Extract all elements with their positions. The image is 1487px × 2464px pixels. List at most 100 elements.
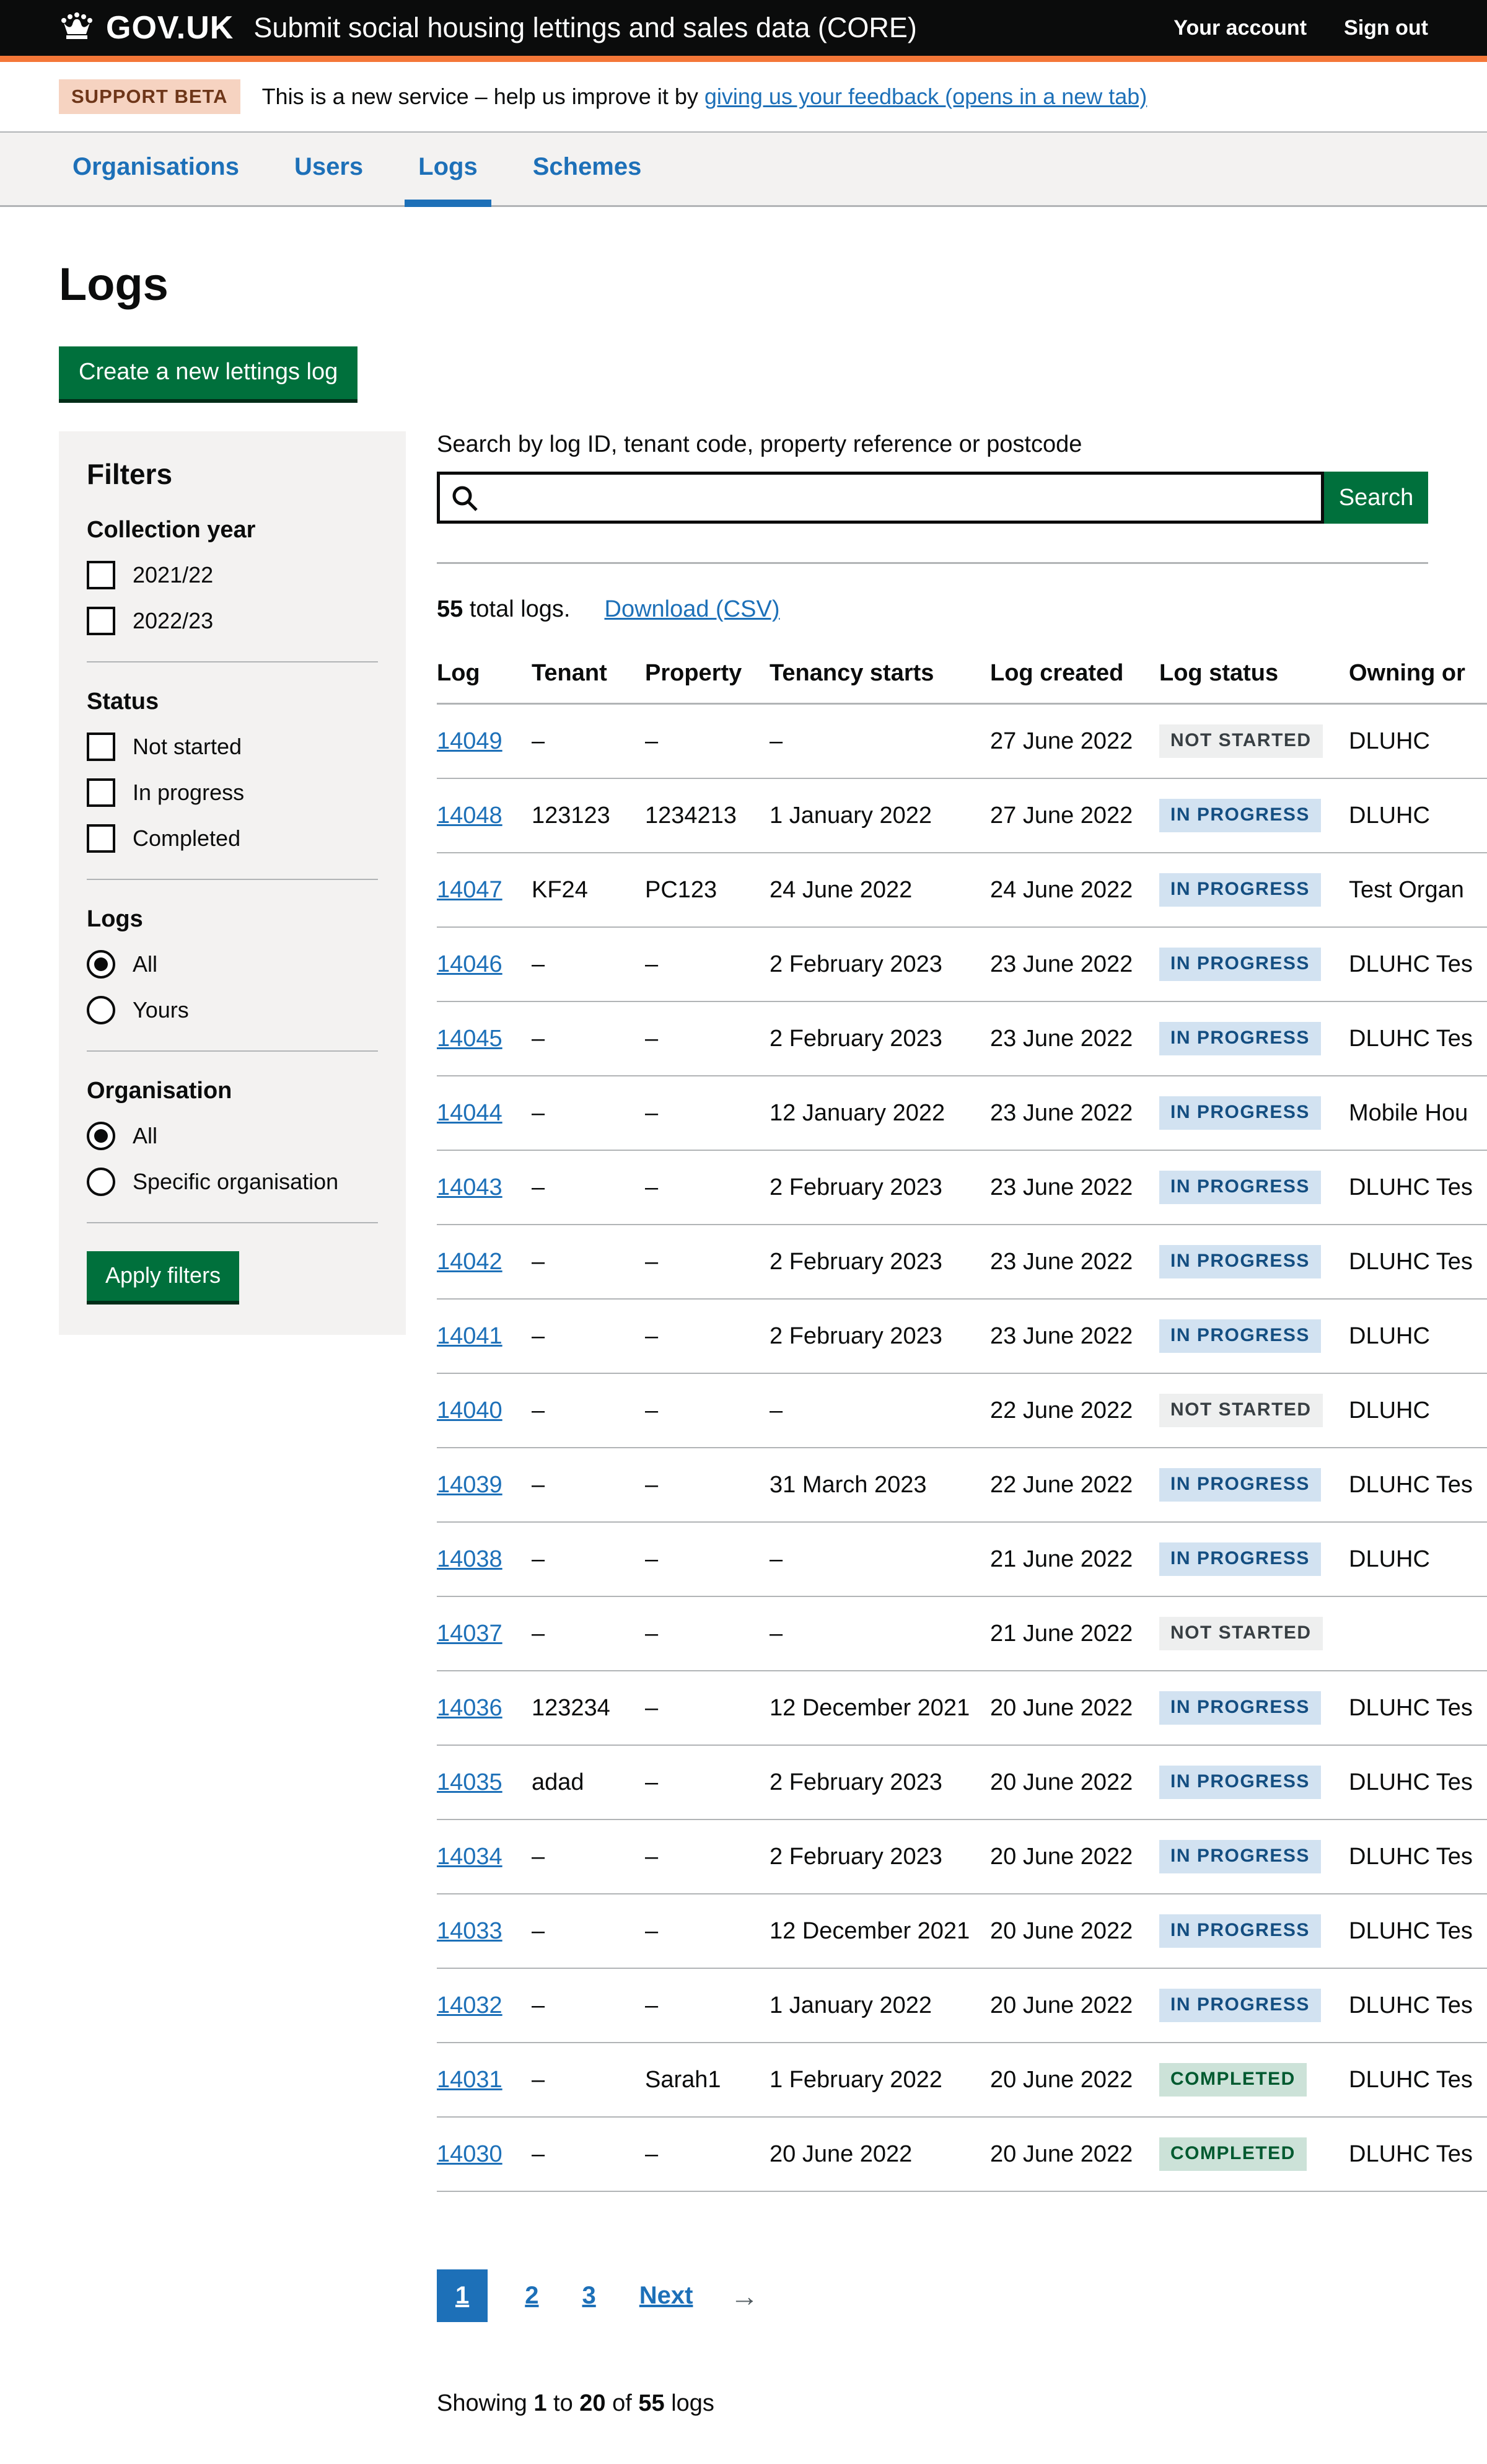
table-row: 14037–––21 June 2022NOT STARTED <box>437 1596 1487 1671</box>
radio-yours[interactable] <box>87 996 115 1024</box>
log-cell: 14043 <box>437 1150 532 1225</box>
filter-option-not-started: Not started <box>87 733 378 761</box>
log-status-cell: IN PROGRESS <box>1159 1225 1349 1299</box>
log-cell: 14048 <box>437 778 532 853</box>
log-link[interactable]: 14042 <box>437 1249 502 1275</box>
nav-item-schemes[interactable]: Schemes <box>519 133 656 207</box>
radio-specific-organisation[interactable] <box>87 1168 115 1196</box>
tenancy-starts-cell: 2 February 2023 <box>770 1225 990 1299</box>
table-row: 14043––2 February 202323 June 2022IN PRO… <box>437 1150 1487 1225</box>
status-badge: IN PROGRESS <box>1159 1989 1321 2022</box>
checkbox-completed[interactable] <box>87 824 115 853</box>
log-link[interactable]: 14045 <box>437 1026 502 1052</box>
total-logs-count: 55 <box>437 596 463 622</box>
checkbox-in-progress[interactable] <box>87 778 115 807</box>
property-cell: – <box>645 1522 770 1596</box>
log-created-cell: 20 June 2022 <box>990 1819 1159 1894</box>
pagination-page-3[interactable]: 3 <box>576 2269 602 2322</box>
tenant-cell: – <box>532 1448 645 1522</box>
govuk-wordmark: GOV.UK <box>106 9 234 46</box>
tenancy-starts-cell: 1 January 2022 <box>770 1968 990 2043</box>
govuk-logo[interactable]: GOV.UK <box>59 9 234 46</box>
tenant-cell: – <box>532 1522 645 1596</box>
status-badge: IN PROGRESS <box>1159 1319 1321 1353</box>
nav-item-logs[interactable]: Logs <box>405 133 491 207</box>
log-link[interactable]: 14044 <box>437 1100 502 1126</box>
tenancy-starts-cell: 2 February 2023 <box>770 1299 990 1373</box>
property-cell: – <box>645 1819 770 1894</box>
phase-banner-text: This is a new service – help us improve … <box>262 84 1147 110</box>
apply-filters-button[interactable]: Apply filters <box>87 1251 239 1301</box>
checkbox-2021-22[interactable] <box>87 561 115 589</box>
radio-all[interactable] <box>87 950 115 979</box>
pagination-next-link[interactable]: Next <box>633 2269 700 2322</box>
log-link[interactable]: 14040 <box>437 1397 502 1423</box>
tenant-cell: – <box>532 1596 645 1671</box>
beta-tag: SUPPORT BETA <box>59 79 240 114</box>
filter-option-specific-organisation: Specific organisation <box>87 1168 378 1196</box>
nav-item-users[interactable]: Users <box>281 133 377 207</box>
feedback-link[interactable]: giving us your feedback (opens in a new … <box>704 84 1147 109</box>
table-row: 14033––12 December 202120 June 2022IN PR… <box>437 1894 1487 1968</box>
filter-divider <box>87 1050 378 1052</box>
log-link[interactable]: 14048 <box>437 803 502 829</box>
tenant-cell: 123123 <box>532 778 645 853</box>
tenant-cell: – <box>532 1894 645 1968</box>
log-status-cell: IN PROGRESS <box>1159 1819 1349 1894</box>
tenant-cell: – <box>532 927 645 1001</box>
service-name[interactable]: Submit social housing lettings and sales… <box>253 12 917 44</box>
nav-item-organisations[interactable]: Organisations <box>59 133 253 207</box>
checkbox-2022-23[interactable] <box>87 607 115 635</box>
create-lettings-log-button[interactable]: Create a new lettings log <box>59 346 357 399</box>
your-account-link[interactable]: Your account <box>1173 16 1307 40</box>
log-cell: 14047 <box>437 853 532 927</box>
owning-organisation-cell: DLUHC Tes <box>1349 2043 1487 2117</box>
table-row: 14038–––21 June 2022IN PROGRESSDLUHC <box>437 1522 1487 1596</box>
log-link[interactable]: 14033 <box>437 1918 502 1944</box>
log-link[interactable]: 14030 <box>437 2141 502 2167</box>
log-link[interactable]: 14034 <box>437 1844 502 1870</box>
filter-option-label-specific-organisation: Specific organisation <box>133 1169 338 1195</box>
checkbox-not-started[interactable] <box>87 733 115 761</box>
download-csv-link[interactable]: Download (CSV) <box>605 596 780 623</box>
log-link[interactable]: 14039 <box>437 1472 502 1498</box>
log-link[interactable]: 14035 <box>437 1769 502 1795</box>
log-status-cell: IN PROGRESS <box>1159 778 1349 853</box>
status-badge: IN PROGRESS <box>1159 1245 1321 1278</box>
log-link[interactable]: 14031 <box>437 2067 502 2093</box>
sign-out-link[interactable]: Sign out <box>1344 16 1428 40</box>
property-cell: – <box>645 1076 770 1150</box>
pagination-page-2[interactable]: 2 <box>519 2269 545 2322</box>
log-cell: 14045 <box>437 1001 532 1076</box>
log-link[interactable]: 14038 <box>437 1546 502 1572</box>
log-link[interactable]: 14041 <box>437 1323 502 1349</box>
search-button[interactable]: Search <box>1324 472 1428 524</box>
log-link[interactable]: 14046 <box>437 951 502 977</box>
table-row: 14047KF24PC12324 June 202224 June 2022IN… <box>437 853 1487 927</box>
tenant-cell: KF24 <box>532 853 645 927</box>
owning-organisation-cell: DLUHC <box>1349 1299 1487 1373</box>
filter-option-label-2022-23: 2022/23 <box>133 608 213 634</box>
log-cell: 14035 <box>437 1745 532 1819</box>
radio-all[interactable] <box>87 1122 115 1150</box>
search-box <box>437 472 1324 524</box>
tenancy-starts-cell: 2 February 2023 <box>770 1819 990 1894</box>
owning-organisation-cell: DLUHC <box>1349 778 1487 853</box>
log-link[interactable]: 14032 <box>437 1992 502 2018</box>
log-link[interactable]: 14047 <box>437 877 502 903</box>
owning-organisation-cell: DLUHC Tes <box>1349 1225 1487 1299</box>
filter-group-label-logs: Logs <box>87 906 378 933</box>
log-link[interactable]: 14049 <box>437 728 502 754</box>
log-status-cell: IN PROGRESS <box>1159 1522 1349 1596</box>
log-status-cell: IN PROGRESS <box>1159 853 1349 927</box>
log-link[interactable]: 14036 <box>437 1695 502 1721</box>
search-input[interactable] <box>437 472 1324 524</box>
tenancy-starts-cell: 12 December 2021 <box>770 1894 990 1968</box>
filters-panel: Filters Collection year2021/222022/23Sta… <box>59 431 406 1335</box>
pagination-page-current[interactable]: 1 <box>437 2269 488 2322</box>
table-row: 14040–––22 June 2022NOT STARTEDDLUHC <box>437 1373 1487 1448</box>
log-link[interactable]: 14037 <box>437 1621 502 1647</box>
owning-organisation-cell: DLUHC <box>1349 1522 1487 1596</box>
log-link[interactable]: 14043 <box>437 1174 502 1200</box>
owning-organisation-cell: DLUHC Tes <box>1349 1001 1487 1076</box>
